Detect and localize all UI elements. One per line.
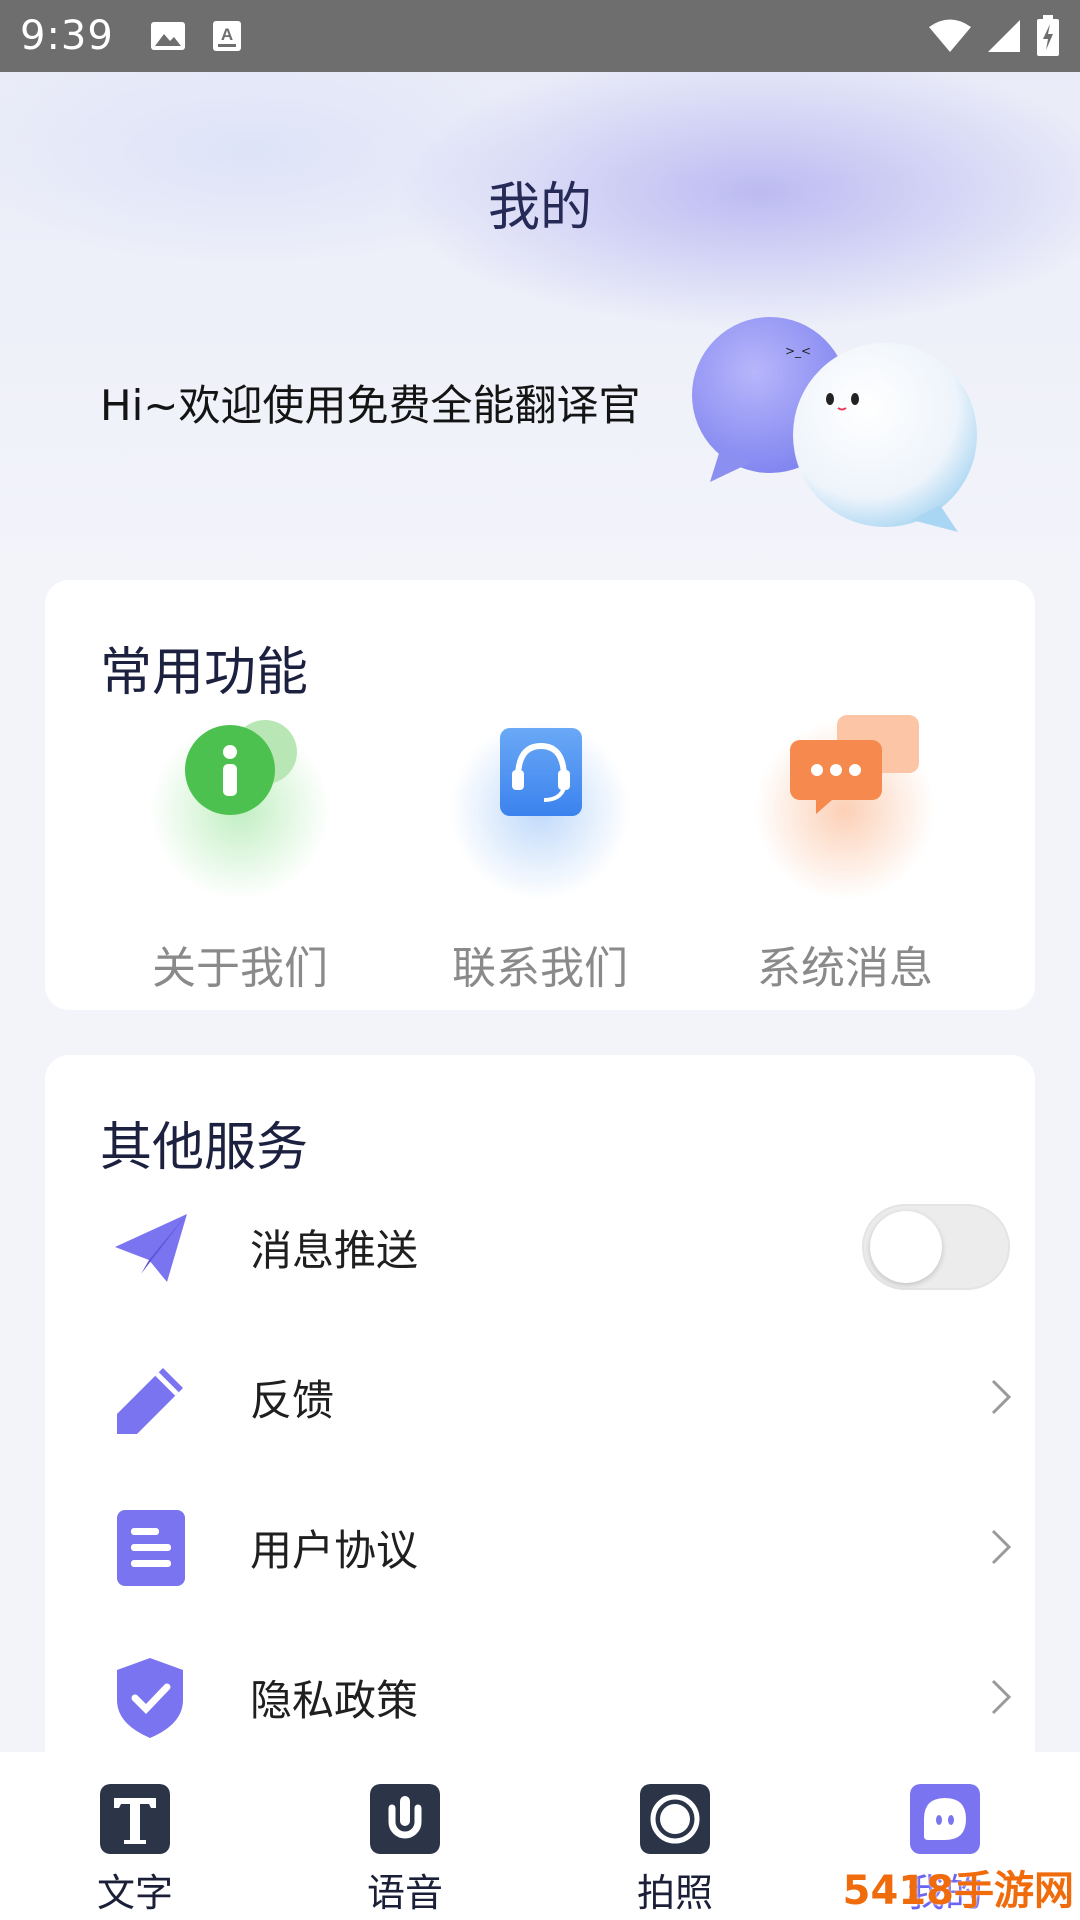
wifi-icon [929, 19, 971, 52]
service-row-feedback[interactable]: 反馈 [45, 1322, 1035, 1472]
chat-mascot-illustration: >_< [692, 317, 977, 532]
common-functions-title: 常用功能 [100, 643, 309, 703]
common-functions-card: 常用功能 关于我们 联系我们 系统消息 [45, 580, 1035, 1010]
service-row-push: 消息推送 [45, 1172, 1035, 1322]
toggle-knob [870, 1211, 942, 1283]
nav-tab-text[interactable]: 文字 [55, 1752, 215, 1917]
push-notification-toggle[interactable] [862, 1204, 1010, 1290]
camera-icon [640, 1784, 710, 1854]
shield-check-icon [117, 1658, 183, 1738]
nav-label: 拍照 [636, 1871, 713, 1915]
info-icon [150, 720, 330, 900]
chevron-right-icon [991, 1379, 1012, 1415]
keyboard-a-icon: A [212, 21, 241, 51]
image-icon [150, 22, 185, 50]
service-label: 用户协议 [250, 1525, 419, 1575]
feature-contact-us[interactable]: 联系我们 [375, 700, 705, 996]
paper-plane-icon [115, 1214, 187, 1282]
status-icons-left: A [150, 20, 242, 52]
watermark-logo: 5418手游网 [842, 1868, 1074, 1914]
svg-text:>_<: >_< [785, 344, 811, 358]
service-label: 反馈 [250, 1375, 335, 1425]
feature-system-messages[interactable]: 系统消息 [680, 700, 1010, 996]
signal-icon [988, 20, 1020, 52]
document-icon [117, 1510, 185, 1586]
chevron-right-icon [991, 1529, 1012, 1565]
status-bar: 9:39 A [0, 0, 1080, 72]
service-label: 消息推送 [250, 1225, 419, 1275]
status-time: 9:39 [20, 13, 114, 59]
other-services-title: 其他服务 [100, 1118, 309, 1178]
page-title: 我的 [487, 178, 592, 238]
nav-tab-photo[interactable]: 拍照 [595, 1752, 755, 1917]
chat-bubbles-icon [755, 715, 935, 900]
feature-label: 关于我们 [152, 943, 328, 994]
pencil-icon [117, 1368, 183, 1434]
other-services-card: 其他服务 消息推送 反馈 用户协议 隐私政策 [45, 1055, 1035, 1775]
chevron-right-icon [991, 1679, 1012, 1715]
nav-tab-voice[interactable]: 语音 [325, 1752, 485, 1917]
service-row-privacy-policy[interactable]: 隐私政策 [45, 1622, 1035, 1772]
status-icons-right [928, 15, 1060, 57]
bottom-navigation: 文字 语音 拍照 我的 5418手游网 [0, 1752, 1080, 1920]
feature-label: 联系我们 [452, 943, 628, 994]
service-row-user-agreement[interactable]: 用户协议 [45, 1472, 1035, 1622]
svg-text:A: A [221, 25, 233, 44]
feature-about-us[interactable]: 关于我们 [75, 700, 405, 996]
nav-label: 语音 [366, 1871, 443, 1915]
battery-charging-icon [1037, 15, 1059, 56]
microphone-icon [370, 1784, 440, 1854]
feature-label: 系统消息 [757, 943, 933, 994]
service-label: 隐私政策 [250, 1675, 419, 1725]
profile-icon [910, 1784, 980, 1854]
nav-label: 文字 [96, 1871, 173, 1915]
headset-icon [450, 720, 630, 900]
greeting-text: Hi~欢迎使用免费全能翻译官 [100, 381, 641, 430]
text-icon [100, 1784, 170, 1854]
